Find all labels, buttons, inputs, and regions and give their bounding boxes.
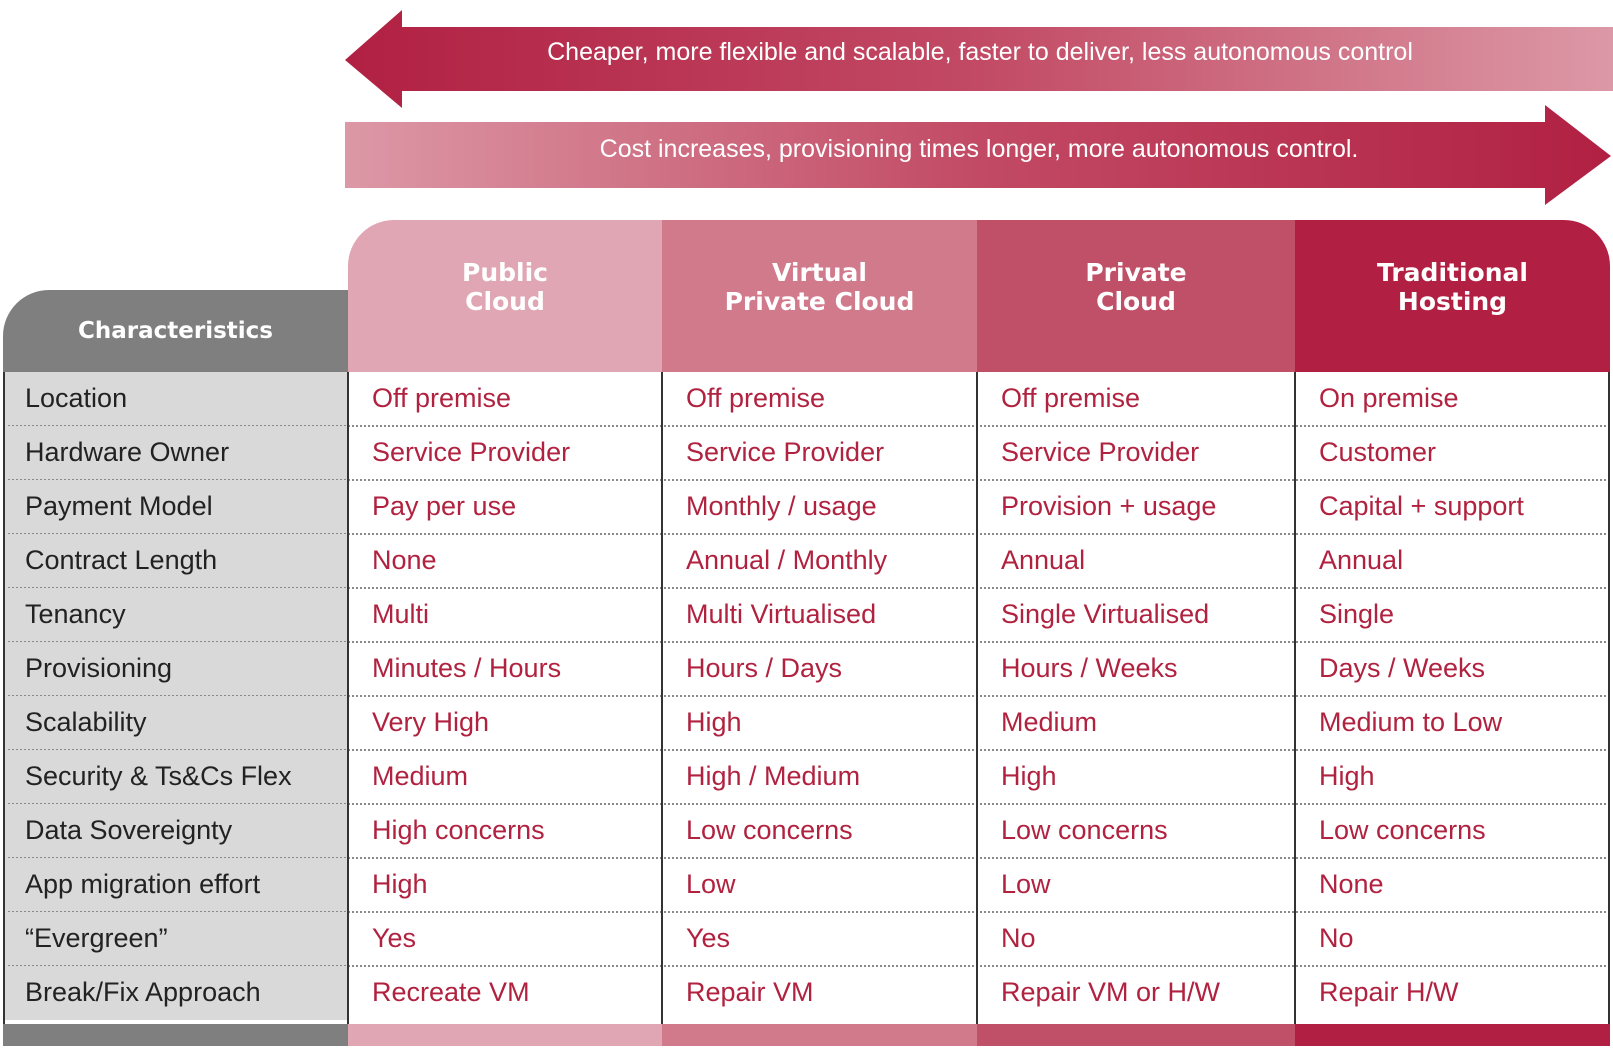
right-arrow-label: Cost increases, provisioning times longe… <box>599 135 1359 163</box>
row-label: App migration effort <box>3 858 348 912</box>
column-divider <box>1294 372 1296 1024</box>
table-cell: Yes <box>372 923 417 953</box>
table-cell: No <box>1001 923 1036 953</box>
table-cell: None <box>372 545 437 575</box>
table-cell: Medium <box>1001 707 1098 737</box>
column-divider <box>347 372 349 1024</box>
column-header-line2: Cloud <box>465 287 545 316</box>
table-cell: Multi Virtualised <box>686 599 877 629</box>
footer-bar-traditional-hosting <box>1295 1024 1610 1046</box>
table-row: Break/Fix Approach Recreate VM Repair VM Re… <box>3 966 1606 1020</box>
row-label: Payment Model <box>3 480 348 534</box>
row-label: Provisioning <box>3 642 348 696</box>
row-label: Data Sovereignty <box>3 804 348 858</box>
table-cell: High <box>1001 761 1057 791</box>
table-cell: Monthly / usage <box>686 491 877 521</box>
row-label: Tenancy <box>3 588 348 642</box>
column-header-private-cloud: Private Cloud <box>977 220 1295 372</box>
table-cell: Service Provider <box>1001 437 1200 467</box>
table-row: “Evergreen” Yes Yes No No <box>3 912 1606 966</box>
table-cell: Annual <box>1001 545 1086 575</box>
column-header-traditional-hosting: Traditional Hosting <box>1295 220 1610 372</box>
table-cell: High concerns <box>372 815 545 845</box>
footer-bar-private-cloud <box>977 1024 1295 1046</box>
table-row: Tenancy Multi Multi Virtualised Single Virt… <box>3 588 1606 642</box>
table-cell: Medium to Low <box>1319 707 1503 737</box>
table-row: Provisioning Minutes / Hours Hours / Days H… <box>3 642 1606 696</box>
column-header-line1: Traditional <box>1377 258 1528 287</box>
table-cell: High <box>686 707 742 737</box>
column-header-line2: Cloud <box>1096 287 1176 316</box>
table-cell: Repair VM <box>686 977 814 1007</box>
table-row: App migration effort High Low Low None <box>3 858 1606 912</box>
column-divider <box>3 372 5 1024</box>
row-label: Hardware Owner <box>3 426 348 480</box>
table-cell: Annual <box>1319 545 1404 575</box>
table-cell: Capital + support <box>1319 491 1524 521</box>
table-cell: Repair VM or H/W <box>1001 977 1221 1007</box>
table-cell: Annual / Monthly <box>686 545 888 575</box>
footer-bar-characteristics <box>3 1024 348 1046</box>
table-row: Scalability Very High High Medium Medium to … <box>3 696 1606 750</box>
row-label: Location <box>3 372 348 426</box>
table-cell: Service Provider <box>372 437 571 467</box>
table-row: Payment Model Pay per use Monthly / usage P… <box>3 480 1606 534</box>
column-header-public-cloud: Public Cloud <box>348 220 662 372</box>
table-cell: Very High <box>372 707 490 737</box>
table-cell: Hours / Weeks <box>1001 653 1178 683</box>
table-cell: None <box>1319 869 1384 899</box>
table-cell: High <box>372 869 428 899</box>
column-header-line2: Private Cloud <box>724 287 915 316</box>
table-cell: Off premise <box>1001 383 1141 413</box>
table-cell: High / Medium <box>686 761 861 791</box>
column-header-virtual-private-cloud: Virtual Private Cloud <box>662 220 977 372</box>
footer-bar-virtual-private-cloud <box>662 1024 977 1046</box>
table-cell: Hours / Days <box>686 653 843 683</box>
table-cell: Low concerns <box>1001 815 1168 845</box>
column-header-line1: Virtual <box>771 258 867 287</box>
table-row: Contract Length None Annual / Monthly Annua… <box>3 534 1606 588</box>
left-arrow-label: Cheaper, more flexible and scalable, fas… <box>547 38 1413 66</box>
table-cell: Yes <box>686 923 731 953</box>
table-cell: Provision + usage <box>1001 491 1217 521</box>
row-label: Contract Length <box>3 534 348 588</box>
table-cell: Off premise <box>372 383 512 413</box>
table-row: Hardware Owner Service Provider Service Pr… <box>3 426 1606 480</box>
row-label: Scalability <box>3 696 348 750</box>
column-header-line1: Private <box>1085 258 1187 287</box>
row-label: Break/Fix Approach <box>3 966 348 1020</box>
column-divider <box>1608 372 1610 1024</box>
row-label: Security & Ts&Cs Flex <box>3 750 348 804</box>
table-row: Data Sovereignty High concerns Low concern… <box>3 804 1606 858</box>
table-row: Location Off premise Off premise Off premis… <box>3 372 1606 426</box>
table-cell: Medium <box>372 761 469 791</box>
table-cell: Service Provider <box>686 437 885 467</box>
row-label: “Evergreen” <box>3 912 348 966</box>
table-cell: Single Virtualised <box>1001 599 1210 629</box>
table-cell: No <box>1319 923 1354 953</box>
table-cell: Customer <box>1319 437 1437 467</box>
table-cell: Low <box>1001 869 1051 899</box>
table-cell: Pay per use <box>372 491 517 521</box>
table-cell: Single <box>1319 599 1395 629</box>
table-cell: Low <box>686 869 736 899</box>
table-cell: Low concerns <box>686 815 853 845</box>
column-header-line2: Hosting <box>1397 287 1508 316</box>
table-cell: Recreate VM <box>372 977 530 1007</box>
column-header-line1: Public <box>462 258 548 287</box>
table-cell: Repair H/W <box>1319 977 1459 1007</box>
table-cell: Low concerns <box>1319 815 1486 845</box>
table-cell: High <box>1319 761 1375 791</box>
table-cell: Days / Weeks <box>1319 653 1486 683</box>
column-divider <box>976 372 978 1024</box>
table-cell: Minutes / Hours <box>372 653 562 683</box>
table-cell: Off premise <box>686 383 826 413</box>
table-cell: On premise <box>1319 383 1459 413</box>
characteristics-header: Characteristics <box>3 290 348 372</box>
column-divider <box>661 372 663 1024</box>
footer-bar-public-cloud <box>348 1024 662 1046</box>
table-cell: Multi <box>372 599 430 629</box>
table-row: Security & Ts&Cs Flex Medium High / Medium… <box>3 750 1606 804</box>
